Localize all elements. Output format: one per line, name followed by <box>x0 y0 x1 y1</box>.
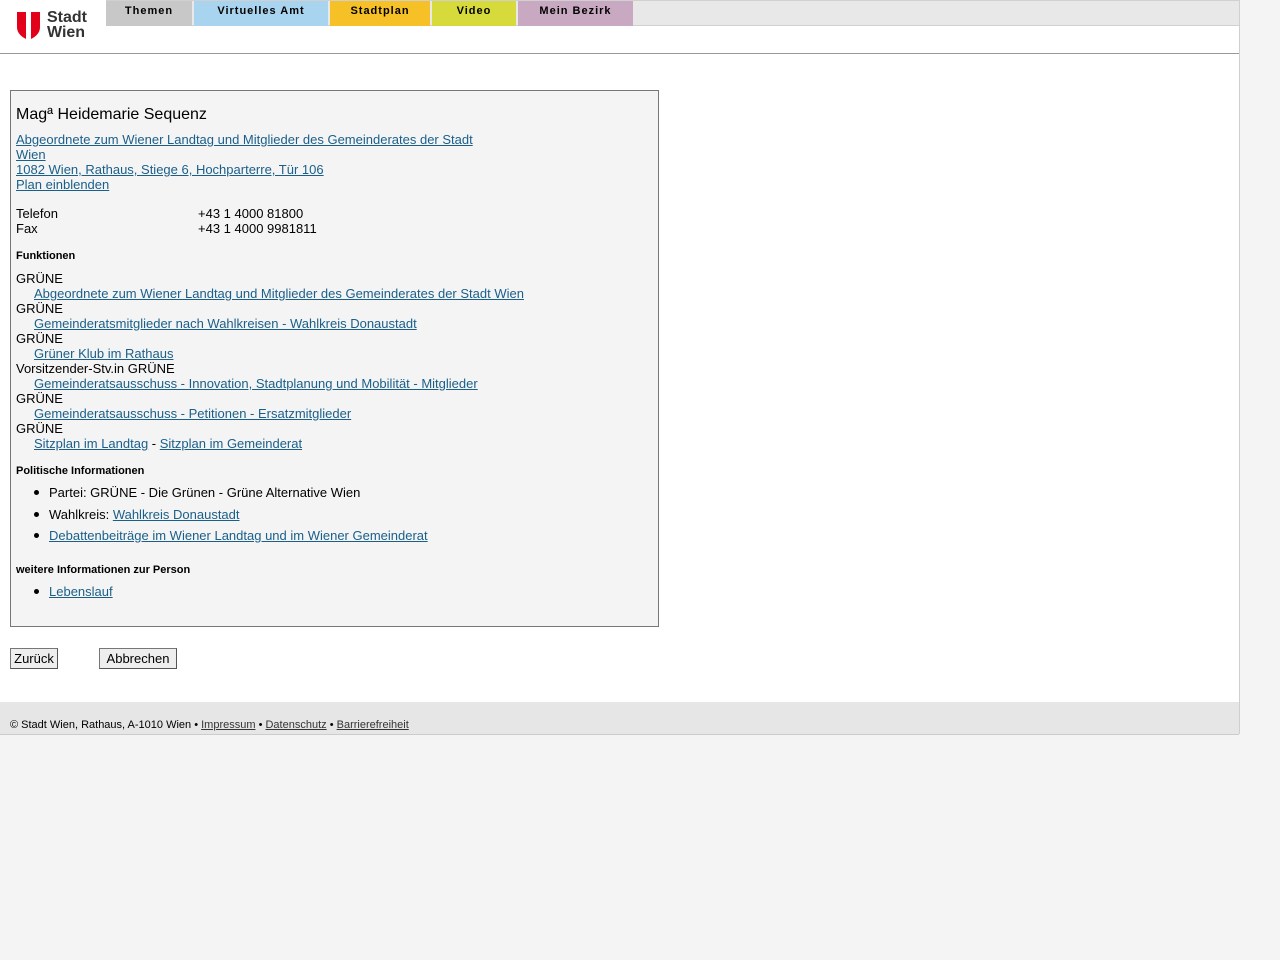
stadt-wien-logo[interactable]: Stadt Wien <box>17 10 97 42</box>
sitzplan-landtag-link[interactable]: Sitzplan im Landtag <box>34 436 148 451</box>
weitere-heading: weitere Informationen zur Person <box>16 564 191 576</box>
function-party: GRÜNE <box>16 271 63 286</box>
footer-copyright: © Stadt Wien, Rathaus, A-1010 Wien • <box>10 719 202 731</box>
datenschutz-link[interactable]: Datenschutz <box>265 719 326 731</box>
footer-line: © Stadt Wien, Rathaus, A-1010 Wien • Imp… <box>10 719 409 731</box>
logo-text: Stadt Wien <box>47 9 87 41</box>
tab-video[interactable]: Video <box>432 1 516 26</box>
footer-separator: • <box>255 719 266 731</box>
logo-text-line1: Stadt <box>47 9 87 26</box>
cancel-button[interactable]: Abbrechen <box>99 648 177 669</box>
sitzplan-separator: - <box>148 436 160 451</box>
sitzplan-row: Sitzplan im Landtag - Sitzplan im Gemein… <box>34 436 302 451</box>
fax-label: Fax <box>16 221 38 236</box>
function-link[interactable]: Gemeinderatsausschuss - Innovation, Stad… <box>34 376 478 391</box>
impressum-link[interactable]: Impressum <box>201 719 255 731</box>
logo-text-line2: Wien <box>47 24 86 41</box>
function-party: GRÜNE <box>16 331 63 346</box>
function-link[interactable]: Grüner Klub im Rathaus <box>34 346 173 361</box>
list-item: Wahlkreis: Wahlkreis Donaustadt <box>16 507 428 529</box>
function-link[interactable]: Gemeinderatsausschuss - Petitionen - Ers… <box>34 406 351 421</box>
wahlkreis-link[interactable]: Wahlkreis Donaustadt <box>113 507 240 522</box>
tab-virtuelles-amt[interactable]: Virtuelles Amt <box>194 1 328 26</box>
back-button[interactable]: Zurück <box>10 648 58 669</box>
fax-value: +43 1 4000 9981811 <box>198 221 317 236</box>
tab-themen[interactable]: Themen <box>106 1 192 26</box>
function-link[interactable]: Abgeordnete zum Wiener Landtag und Mitgl… <box>34 286 524 301</box>
address-link[interactable]: 1082 Wien, Rathaus, Stiege 6, Hochparter… <box>16 162 324 177</box>
barrierefreiheit-link[interactable]: Barrierefreiheit <box>337 719 409 731</box>
phone-label: Telefon <box>16 206 58 221</box>
main-nav: Themen Virtuelles Amt Stadtplan Video Me… <box>106 0 1239 26</box>
debatten-link[interactable]: Debattenbeiträge im Wiener Landtag und i… <box>49 528 428 543</box>
role-link-line2[interactable]: Wien <box>16 147 46 162</box>
list-item: Partei: GRÜNE - Die Grünen - Grüne Alter… <box>16 485 428 507</box>
footer-separator: • <box>326 719 337 731</box>
partei-text: Partei: GRÜNE - Die Grünen - Grüne Alter… <box>49 485 361 500</box>
function-link[interactable]: Gemeinderatsmitglieder nach Wahlkreisen … <box>34 316 417 331</box>
list-item: Debattenbeiträge im Wiener Landtag und i… <box>16 528 428 550</box>
funktionen-heading: Funktionen <box>16 250 76 262</box>
function-party: GRÜNE <box>16 391 63 406</box>
tab-stadtplan[interactable]: Stadtplan <box>330 1 430 26</box>
politik-heading: Politische Informationen <box>16 465 145 477</box>
function-party: Vorsitzender-Stv.in GRÜNE <box>16 361 175 376</box>
weitere-list: Lebenslauf <box>16 584 113 606</box>
list-item: Lebenslauf <box>16 584 113 606</box>
sitzplan-gemeinderat-link[interactable]: Sitzplan im Gemeinderat <box>160 436 302 451</box>
tab-mein-bezirk[interactable]: Mein Bezirk <box>518 1 633 26</box>
wahlkreis-label: Wahlkreis: <box>49 506 113 522</box>
function-party: GRÜNE <box>16 301 63 316</box>
politik-list: Partei: GRÜNE - Die Grünen - Grüne Alter… <box>16 485 428 550</box>
footer: © Stadt Wien, Rathaus, A-1010 Wien • Imp… <box>0 702 1239 735</box>
phone-value: +43 1 4000 81800 <box>198 206 304 221</box>
person-name: Magª Heidemarie Sequenz <box>16 106 207 123</box>
page: Stadt Wien Themen Virtuelles Amt Stadtpl… <box>0 0 1240 735</box>
function-party: GRÜNE <box>16 421 63 436</box>
header: Stadt Wien Themen Virtuelles Amt Stadtpl… <box>0 0 1239 54</box>
wien-coat-of-arms-icon <box>17 12 40 43</box>
person-detail-box: Magª Heidemarie Sequenz Abgeordnete zum … <box>10 90 659 627</box>
show-map-link[interactable]: Plan einblenden <box>16 177 109 192</box>
lebenslauf-link[interactable]: Lebenslauf <box>49 584 113 599</box>
role-link-line1[interactable]: Abgeordnete zum Wiener Landtag und Mitgl… <box>16 132 473 147</box>
